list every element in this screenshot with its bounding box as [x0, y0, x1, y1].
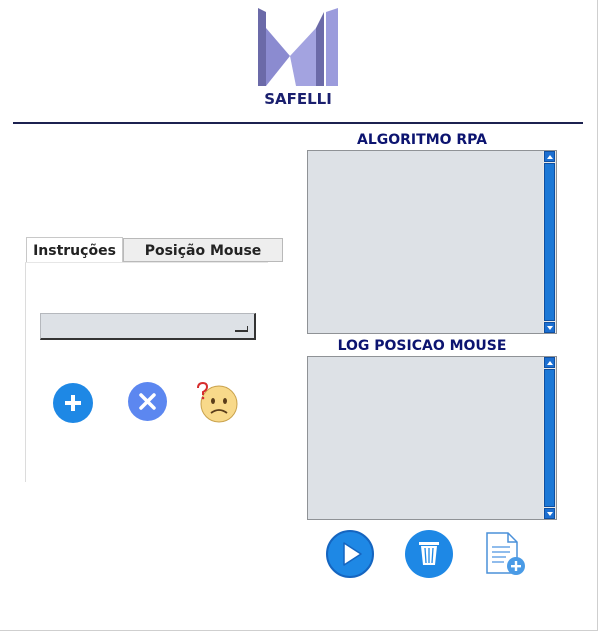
confused-face-question-icon[interactable] — [196, 381, 240, 425]
add-button[interactable] — [53, 383, 93, 423]
tab-instrucoes[interactable]: Instruções — [26, 237, 123, 263]
scroll-down-button[interactable] — [544, 322, 555, 333]
instructions-panel — [25, 262, 268, 482]
brand-name: SAFELLI — [264, 90, 332, 108]
header-divider — [13, 122, 583, 124]
app-window: SAFELLI Instruções Posição Mouse ALGORIT… — [0, 0, 598, 631]
algoritmo-rpa-title: ALGORITMO RPA — [357, 132, 487, 148]
scroll-up-button[interactable] — [544, 357, 555, 368]
arrow-down-icon — [547, 326, 553, 330]
scroll-thumb[interactable] — [544, 369, 555, 507]
play-icon — [343, 542, 362, 566]
scroll-thumb[interactable] — [544, 163, 555, 321]
trash-icon — [419, 542, 439, 565]
safelli-logo-icon — [258, 8, 338, 86]
algoritmo-rpa-textarea[interactable] — [307, 150, 557, 334]
arrow-up-icon — [547, 361, 553, 365]
new-document-icon[interactable] — [484, 531, 528, 577]
arrow-up-icon — [547, 155, 553, 159]
delete-button[interactable] — [405, 530, 453, 578]
tab-posicao-mouse[interactable]: Posição Mouse — [123, 238, 283, 262]
log-posicao-mouse-textarea[interactable] — [307, 356, 557, 520]
scroll-down-button[interactable] — [544, 508, 555, 519]
log-scrollbar[interactable] — [543, 357, 556, 519]
algoritmo-scrollbar[interactable] — [543, 151, 556, 333]
play-button[interactable] — [326, 530, 374, 578]
close-icon — [139, 393, 156, 410]
remove-button[interactable] — [128, 382, 167, 421]
arrow-down-icon — [547, 512, 553, 516]
log-posicao-mouse-title: LOG POSICAO MOUSE — [337, 338, 507, 354]
dropdown-arrow-icon — [235, 326, 248, 332]
plus-icon — [65, 395, 81, 411]
scroll-up-button[interactable] — [544, 151, 555, 162]
instruction-combo-box[interactable] — [40, 313, 256, 340]
